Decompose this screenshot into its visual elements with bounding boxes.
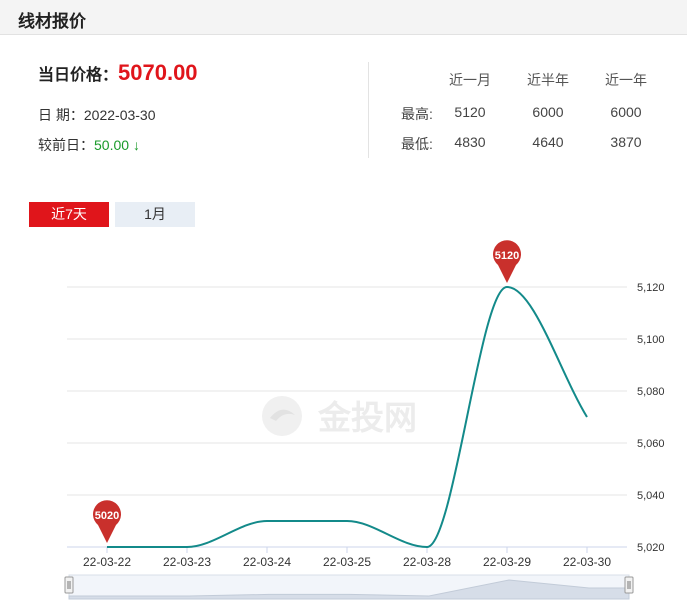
watermark: 金投网	[262, 396, 417, 437]
price-change: 较前日：50.00 ↓	[38, 135, 140, 155]
marker-label: 5120	[495, 250, 519, 262]
tab-1-month[interactable]: 1月	[115, 202, 195, 227]
value-marker: 5120	[493, 240, 521, 283]
stats-row-low-label: 最低:	[401, 136, 433, 152]
stats-header-year: 近一年	[605, 72, 647, 88]
price-label: 当日价格：	[38, 67, 119, 84]
price-date: 日 期：2022-03-30	[38, 105, 156, 125]
price-line-chart: 金投网 5,020 5,040 5,060 5,080 5,100 5,120 22-03…	[64, 240, 665, 600]
y-tick-label: 5,060	[637, 438, 665, 450]
y-tick-label: 5,100	[637, 334, 665, 346]
change-value: 50.00	[94, 137, 130, 153]
navigator-handle-left[interactable]	[64, 576, 74, 594]
stats-high-month: 5120	[454, 104, 486, 120]
tab-7-days[interactable]: 近7天	[29, 202, 109, 227]
current-price: 当日价格：5070.00	[38, 60, 198, 86]
x-tick-label: 22-03-25	[323, 555, 371, 569]
range-navigator[interactable]	[64, 574, 634, 600]
panel-title: 线材报价	[18, 12, 86, 31]
y-tick-label: 5,120	[637, 282, 665, 294]
stats-header-month: 近一月	[449, 72, 491, 88]
x-tick-label: 22-03-29	[483, 555, 531, 569]
divider	[368, 62, 369, 158]
y-tick-label: 5,080	[637, 386, 665, 398]
stats-high-halfyear: 6000	[532, 104, 564, 120]
stats-high-year: 6000	[610, 104, 642, 120]
stats-low-month: 4830	[454, 134, 486, 150]
date-value: 2022-03-30	[83, 107, 156, 123]
stats-row-high-label: 最高:	[401, 106, 433, 122]
stats-low-year: 3870	[610, 134, 642, 150]
watermark-text: 金投网	[317, 398, 417, 437]
panel-header: 线材报价	[0, 0, 687, 35]
price-value: 5070.00	[118, 60, 198, 85]
stats-header-halfyear: 近半年	[527, 72, 569, 88]
x-tick-label: 22-03-28	[403, 555, 451, 569]
change-label: 较前日：	[38, 137, 94, 153]
stats-low-halfyear: 4640	[532, 134, 564, 150]
y-axis: 5,020 5,040 5,060 5,080 5,100 5,120	[637, 282, 665, 554]
x-tick-label: 22-03-24	[243, 555, 291, 569]
x-tick-label: 22-03-22	[83, 555, 131, 569]
x-axis: 22-03-22 22-03-23 22-03-24 22-03-25 22-03-28…	[83, 547, 611, 569]
down-arrow-icon: ↓	[132, 137, 140, 153]
y-tick-label: 5,020	[637, 542, 665, 554]
value-markers: 5020 5120	[93, 240, 521, 543]
value-marker: 5020	[93, 500, 121, 543]
marker-label: 5020	[95, 510, 119, 522]
watermark-logo-icon	[262, 396, 302, 436]
x-tick-label: 22-03-23	[163, 555, 211, 569]
x-tick-label: 22-03-30	[563, 555, 611, 569]
navigator-handle-right[interactable]	[624, 576, 634, 594]
y-tick-label: 5,040	[637, 490, 665, 502]
date-label: 日 期：	[38, 107, 84, 123]
